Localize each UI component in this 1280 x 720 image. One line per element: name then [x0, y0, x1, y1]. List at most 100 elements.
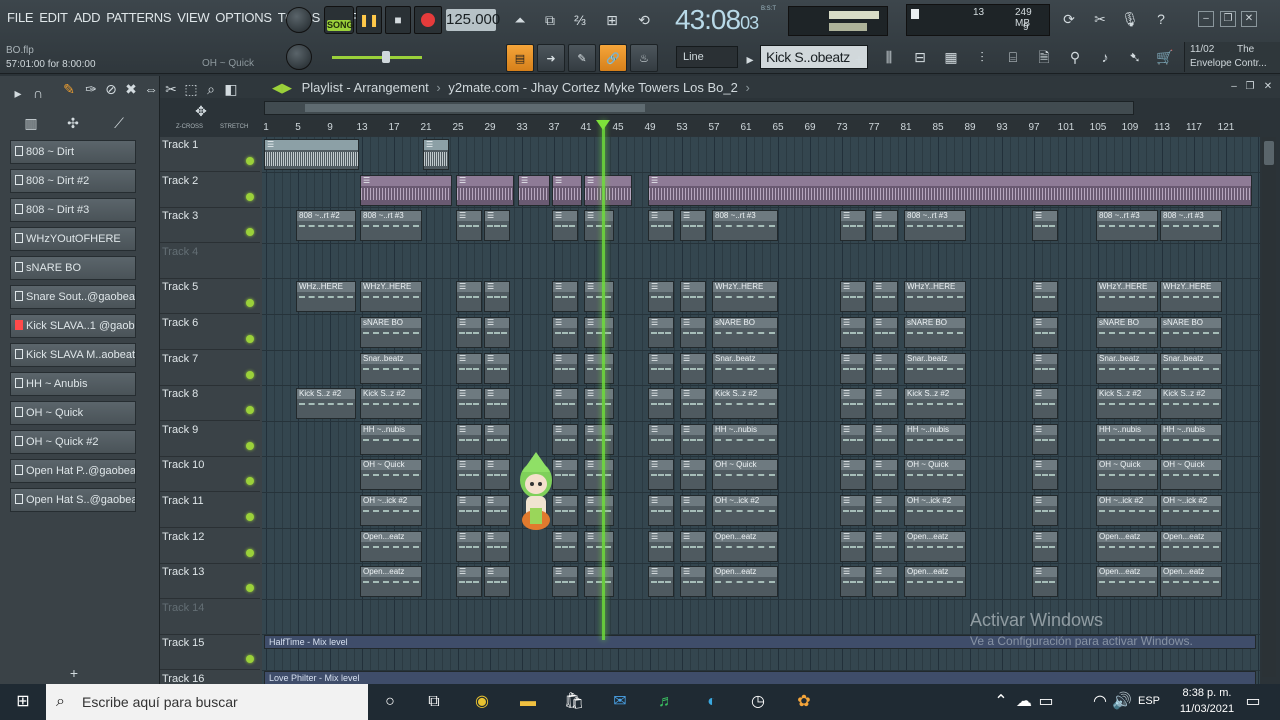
pattern-clip[interactable]: ☰: [584, 281, 614, 313]
pattern-clip[interactable]: OH ~..ick #2: [360, 495, 422, 526]
paint-tool-icon[interactable]: ✑: [80, 76, 102, 102]
magnet-icon[interactable]: ∩: [28, 80, 48, 106]
pattern-clip[interactable]: ☰: [456, 174, 514, 206]
pattern-clip[interactable]: Open...eatz: [904, 530, 966, 562]
pattern-clip[interactable]: WHzY..HERE: [360, 281, 422, 313]
track-header[interactable]: Track 13: [160, 564, 260, 600]
restore-button[interactable]: ❐: [1220, 11, 1236, 27]
help-icon[interactable]: ?: [1148, 6, 1174, 32]
pattern-clip[interactable]: ☰: [456, 423, 482, 455]
pattern-clip[interactable]: 808 ~..rt #3: [904, 210, 966, 242]
pattern-clip[interactable]: ☰: [872, 495, 898, 526]
playlist-overview-scroll[interactable]: [264, 101, 1134, 115]
pattern-clip[interactable]: WHzY..HERE: [904, 281, 966, 313]
pattern-clip[interactable]: ☰: [518, 174, 550, 206]
language-indicator[interactable]: ESP: [1138, 695, 1160, 707]
chrome-icon[interactable]: ◉: [466, 688, 498, 716]
pattern-clip[interactable]: ☰: [456, 530, 482, 562]
pattern-clip[interactable]: ☰: [360, 174, 452, 206]
stretch-label[interactable]: STRETCH: [220, 124, 248, 130]
record-button[interactable]: [414, 6, 442, 34]
channel-item[interactable]: OH ~ Quick #2: [10, 430, 136, 454]
pattern-clip[interactable]: 808 ~..rt #3: [1096, 210, 1158, 242]
pattern-clip[interactable]: ☰: [648, 423, 674, 455]
pattern-song-toggle[interactable]: SONG: [324, 6, 354, 34]
pattern-clip[interactable]: ☰: [648, 281, 674, 313]
file-icon[interactable]: 🗎: [1031, 44, 1057, 70]
track-mute-led[interactable]: [246, 370, 254, 379]
pattern-clip[interactable]: 808 ~..rt #2: [296, 210, 356, 242]
pattern-clip[interactable]: HH ~..nubis: [904, 423, 966, 455]
mute-tool-icon[interactable]: ✖: [120, 76, 142, 102]
pattern-clip[interactable]: ☰: [1032, 317, 1058, 348]
pattern-clip[interactable]: ☰: [484, 423, 510, 455]
pattern-clip[interactable]: ☰: [872, 566, 898, 598]
pattern-clip[interactable]: ☰: [872, 423, 898, 455]
channel-item[interactable]: WHzYOutOFHERE: [10, 227, 136, 251]
menu-item-file[interactable]: FILE: [4, 10, 36, 25]
loop-record-icon[interactable]: ⟲: [631, 7, 657, 33]
pattern-clip[interactable]: Open...eatz: [1160, 530, 1222, 562]
playhead[interactable]: [602, 120, 605, 640]
pattern-clip[interactable]: ☰: [680, 210, 706, 242]
track-mute-led[interactable]: [246, 548, 254, 557]
pattern-clip[interactable]: ☰: [840, 530, 866, 562]
track-header[interactable]: Track 10: [160, 457, 260, 493]
pattern-clip[interactable]: ☰: [648, 566, 674, 598]
stop-button[interactable]: ■: [385, 6, 411, 34]
mixer-faders-icon[interactable]: ⫶: [969, 44, 995, 70]
shop-icon[interactable]: 🛒: [1152, 44, 1178, 70]
pattern-clip[interactable]: OH ~..ick #2: [904, 495, 966, 526]
pattern-clip[interactable]: ☰: [648, 530, 674, 562]
pattern-clip[interactable]: ☰: [872, 352, 898, 384]
pattern-clip[interactable]: ☰: [456, 317, 482, 348]
clock-app-icon[interactable]: ◷: [742, 688, 774, 716]
pattern-clip[interactable]: ☰: [584, 174, 632, 206]
snap-select[interactable]: Line: [676, 46, 738, 68]
pattern-clip[interactable]: Open...eatz: [904, 566, 966, 598]
microphone-icon[interactable]: 🎙: [1117, 6, 1143, 32]
pattern-clip[interactable]: ☰: [648, 352, 674, 384]
master-volume-slider-handle[interactable]: [382, 51, 390, 63]
pattern-clip[interactable]: ☰: [840, 566, 866, 598]
pattern-clip[interactable]: OH ~ Quick: [1160, 459, 1222, 491]
taskbar-time[interactable]: 8:38 p. m.: [1172, 687, 1242, 699]
pattern-clip[interactable]: sNARE BO: [1096, 317, 1158, 348]
pattern-clip[interactable]: ☰: [648, 210, 674, 242]
playlist-arrow-icon[interactable]: ◀▶: [272, 80, 292, 95]
track-header[interactable]: Track 5: [160, 279, 260, 315]
pencil-tool-icon[interactable]: ✎: [58, 76, 80, 102]
music-app-icon[interactable]: ♬: [650, 688, 682, 716]
pattern-clip[interactable]: ☰: [648, 317, 674, 348]
view-playlist-button[interactable]: ▤: [506, 44, 534, 72]
track-header[interactable]: Track 1: [160, 137, 260, 172]
guitar-icon[interactable]: ♪: [1092, 44, 1118, 70]
track-header[interactable]: Track 15: [160, 635, 260, 671]
pattern-clip[interactable]: ☰: [484, 388, 510, 420]
zcross-label[interactable]: Z-CROSS: [176, 124, 203, 130]
close-button[interactable]: ✕: [1241, 11, 1257, 27]
play-button[interactable]: ❚❚: [356, 6, 382, 34]
pattern-clip[interactable]: WHzY..HERE: [1096, 281, 1158, 313]
channel-item[interactable]: OH ~ Quick: [10, 401, 136, 425]
stamp-tool-button[interactable]: ♨: [630, 44, 658, 72]
link-tool-button[interactable]: 🔗: [599, 44, 627, 72]
pattern-clip[interactable]: ☰: [456, 495, 482, 526]
volume-icon[interactable]: 🔊: [1112, 688, 1132, 716]
pattern-clip[interactable]: Snar..beatz: [712, 352, 778, 384]
pattern-clip[interactable]: Kick S..z #2: [1096, 388, 1158, 420]
track-mute-led[interactable]: [246, 406, 254, 415]
step-forward-button[interactable]: ➜: [537, 44, 565, 72]
browser-icon[interactable]: ⌸: [1000, 44, 1026, 70]
pattern-clip[interactable]: ☰: [552, 317, 578, 348]
pattern-clip[interactable]: OH ~..ick #2: [712, 495, 778, 526]
track-header[interactable]: Track 3: [160, 208, 260, 244]
pattern-clip[interactable]: ☰: [584, 530, 614, 562]
pattern-clip[interactable]: ☰: [872, 388, 898, 420]
pattern-clip[interactable]: ☰: [840, 423, 866, 455]
pattern-clip[interactable]: ☰: [648, 174, 1252, 206]
pattern-clip[interactable]: ☰: [456, 388, 482, 420]
pattern-clip[interactable]: ☰: [648, 388, 674, 420]
tray-chevron-icon[interactable]: ⌃: [992, 688, 1010, 716]
pattern-clip[interactable]: Open...eatz: [712, 566, 778, 598]
